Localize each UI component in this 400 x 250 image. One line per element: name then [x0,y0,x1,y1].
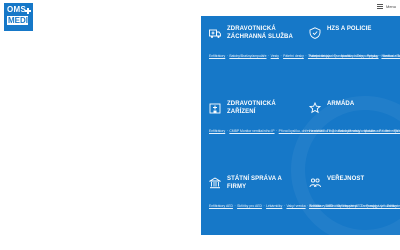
category-header[interactable]: Státní správa a firmy [209,176,301,196]
category-link[interactable]: Nosítka [381,54,393,58]
category-link[interactable]: Jemnější škrtidlo [385,129,400,133]
government-icon [209,177,221,189]
category-title[interactable]: Zdravotnická zařízení [227,101,301,116]
category-link[interactable]: Enfiltrátory AED [209,204,233,208]
category-link[interactable]: Páteřní desky [283,54,304,58]
category-header[interactable]: Veřejnost [309,176,397,196]
category-link[interactable]: Enfiltrátory [209,129,225,133]
category-link[interactable]: Skříňky pro AED [337,204,362,208]
category-link[interactable]: Batohy/Brašny/ampuláře [229,54,266,58]
category-link[interactable]: Zdravotnické vesty [332,129,360,133]
public-icon [309,178,321,188]
category-link[interactable]: Maskovací [364,129,380,133]
category-link[interactable]: Prasky [366,204,376,208]
category-link[interactable]: Enfiltrátory AED [309,204,333,208]
mega-menu-panel: Zdravotnická záchranná služba Enfiltráto… [201,16,400,235]
category-header[interactable]: Zdravotnická zařízení [209,101,301,121]
page-footer-area [201,235,400,250]
category-title[interactable]: Zdravotnická záchranná služba [227,26,301,41]
category-title[interactable]: Veřejnost [327,176,364,184]
category-verejnost: Veřejnost Enfiltrátory AED · Skříňky pro A… [309,176,399,209]
police-icon [309,27,321,39]
category-statni-sprava: Státní správa a firmy Enfiltrátory AED · S… [209,176,400,209]
category-links: Enfiltrátory · CMBP Monitor ventilačního I… [209,128,400,134]
category-link[interactable]: Enfiltrátory [209,54,225,58]
category-link[interactable]: Lékárničky [381,204,397,208]
category-link[interactable]: Skříňky pro AED [237,204,262,208]
category-link[interactable]: Hemostatika [309,129,328,133]
category-link[interactable]: Vesty [271,54,279,58]
category-link[interactable]: Vaky/ vrecka [286,204,305,208]
category-zzs: Zdravotnická záchranná služba Enfiltráto… [209,26,400,59]
category-header[interactable]: HZS a policie [309,26,397,46]
ambulance-icon [209,29,221,38]
category-header[interactable]: Armáda [309,101,397,121]
category-links: Páteřní desky · Transportní plachty · Prasky… [309,53,400,59]
category-armada: Armáda Hemostatika · Zdravotnické vesty · Ma… [309,101,400,134]
category-links: Enfiltrátory AED · Skříňky pro AED · Lékárni… [209,203,400,209]
oms-medi-logo[interactable]: OMS MEDI [3,2,34,32]
category-link[interactable]: CMBP Monitor ventilačního IP [229,129,274,133]
top-bar: OMS MEDI Menu [0,0,400,32]
category-header[interactable]: Zdravotnická záchranná služba [209,26,301,46]
category-links: Enfiltrátory · Batohy/Brašny/ampuláře · Vest… [209,53,400,59]
category-title[interactable]: HZS a policie [327,26,372,34]
hamburger-icon [376,4,383,9]
logo-text-medi: MEDI [7,16,28,25]
category-title[interactable]: Armáda [327,101,354,109]
category-zdravotnicka-zarizeni: Zdravotnická zařízení Enfiltrátory · CMBP … [209,101,400,134]
hospital-icon [209,103,221,114]
category-hzs-policie: HZS a policie Páteřní desky · Transportní … [309,26,400,59]
menu-button[interactable]: Menu [376,4,396,9]
category-title[interactable]: Státní správa a firmy [227,176,301,191]
category-links: Enfiltrátory AED · Skříňky pro AED · Prasky ·… [309,203,399,209]
category-link[interactable]: Prasky [367,54,377,58]
category-link[interactable]: Páteřní desky [309,54,330,58]
category-link[interactable]: Lékárničky [266,204,282,208]
medical-cross-icon [25,8,31,14]
menu-label: Menu [385,4,396,9]
army-icon [309,102,321,114]
category-links: Hemostatika · Zdravotnické vesty · Maskovací… [309,128,400,134]
category-link[interactable]: Transportní plachty [334,54,363,58]
